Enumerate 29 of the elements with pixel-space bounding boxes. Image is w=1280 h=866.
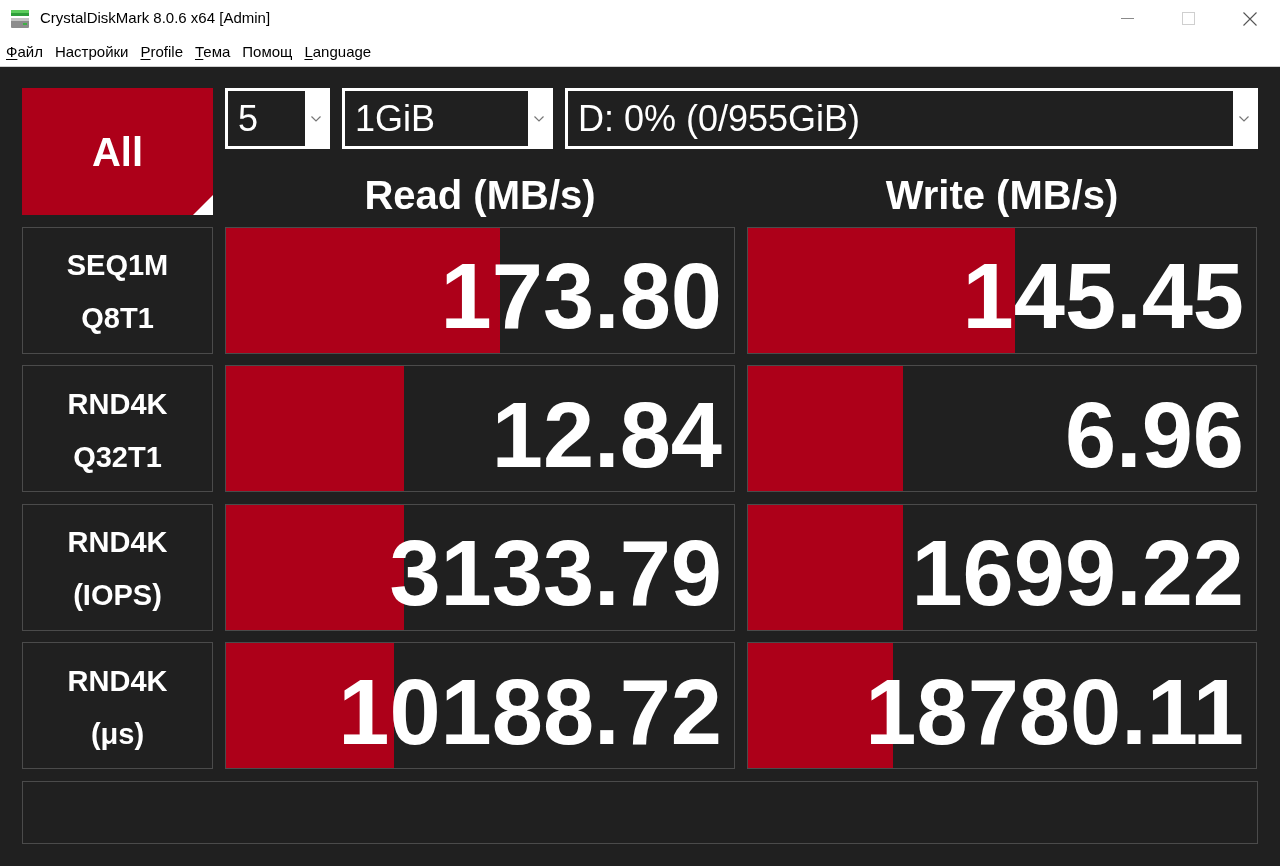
size-dropdown[interactable]: 1GiB bbox=[342, 88, 553, 149]
menu-item[interactable]: Помощ bbox=[237, 44, 298, 59]
all-button[interactable]: All bbox=[22, 88, 213, 215]
comment-field[interactable] bbox=[22, 780, 1258, 844]
chevron-down-icon bbox=[1239, 115, 1249, 122]
column-header: Write (MB/s) bbox=[885, 175, 1119, 215]
corner-triangle-icon bbox=[193, 195, 213, 215]
test-button[interactable]: SEQ1M Q8T1 bbox=[22, 226, 213, 354]
minimize-icon bbox=[1121, 18, 1134, 19]
menu-item[interactable]: Файл bbox=[1, 44, 48, 59]
maximize-icon bbox=[1182, 12, 1195, 25]
menu-item[interactable]: Настройки bbox=[49, 44, 134, 59]
menu-item[interactable]: Тема bbox=[190, 44, 236, 59]
result-value: 6.96 bbox=[1064, 388, 1244, 481]
test-button[interactable]: RND4K Q32T1 bbox=[22, 365, 213, 492]
count-dropdown[interactable]: 5 bbox=[225, 88, 330, 149]
test-button[interactable]: RND4K (μs) bbox=[22, 642, 213, 769]
close-icon bbox=[1242, 11, 1257, 26]
app-icon bbox=[10, 8, 30, 29]
chevron-down-icon bbox=[534, 115, 544, 122]
window-title: CrystalDiskMark 8.0.6 x64 [Admin] bbox=[40, 8, 271, 29]
chevron-down-icon bbox=[311, 115, 321, 122]
menu-item[interactable]: Profile bbox=[135, 44, 188, 59]
drive-dropdown[interactable]: D: 0% (0/955GiB) bbox=[565, 88, 1258, 149]
test-button[interactable]: RND4K (IOPS) bbox=[22, 503, 213, 631]
result-value: 1699.22 bbox=[911, 527, 1244, 619]
column-header: Read (MB/s) bbox=[364, 175, 596, 215]
menu-item[interactable]: Language bbox=[299, 44, 377, 59]
result-value: 12.84 bbox=[491, 388, 722, 481]
